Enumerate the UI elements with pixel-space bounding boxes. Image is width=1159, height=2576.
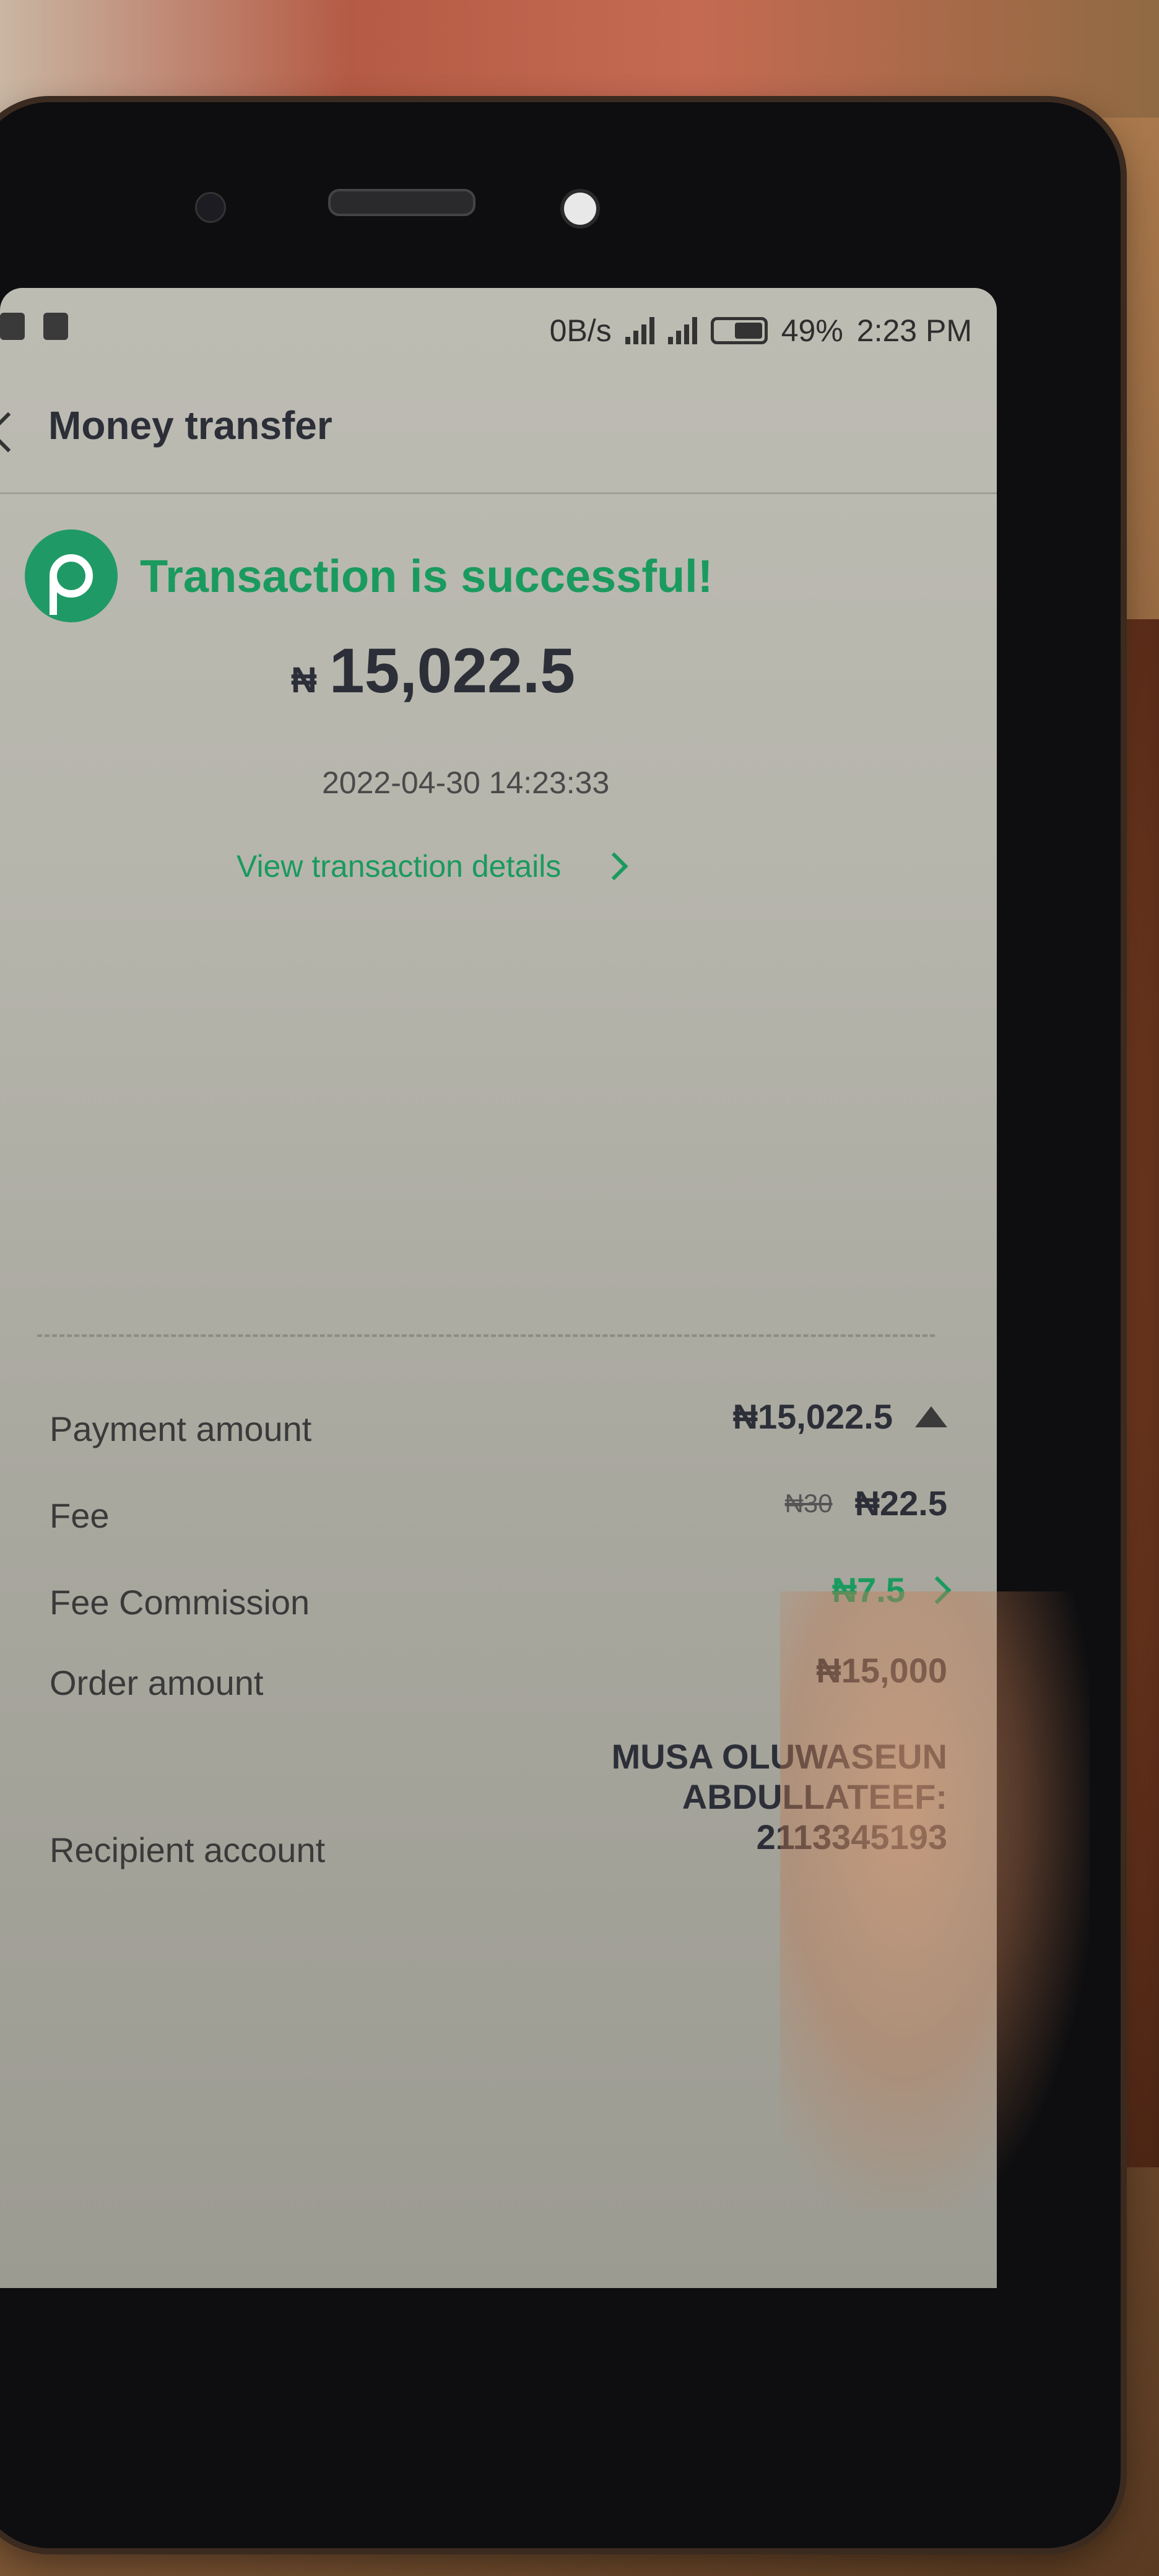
chevron-right-icon <box>600 852 629 881</box>
amount-value: 15,022.5 <box>329 635 575 706</box>
order-amount-value-wrap: ₦15,000 <box>816 1650 947 1690</box>
view-details-link[interactable]: View transaction details <box>237 848 629 884</box>
fee-original: ₦30 <box>784 1488 833 1518</box>
chevron-right-icon <box>923 1575 952 1604</box>
fee-commission-value: ₦7.5 <box>831 1570 905 1609</box>
page-title: Money transfer <box>48 403 332 448</box>
app-header: Money transfer <box>0 368 997 494</box>
proximity-sensor <box>560 189 600 228</box>
fee-value: ₦22.5 <box>854 1484 947 1523</box>
row-fee: Fee ₦30 ₦22.5 <box>0 1483 997 1557</box>
status-left <box>0 313 68 340</box>
status-bar: 0B/s 49% 2:23 PM <box>0 288 997 368</box>
dashed-divider <box>37 1334 935 1337</box>
row-recipient: Recipient account MUSA OLUWASEUN ABDULLA… <box>0 1737 997 1898</box>
fee-commission-label: Fee Commission <box>50 1583 310 1622</box>
view-details-label: View transaction details <box>237 849 562 884</box>
status-right: 0B/s 49% 2:23 PM <box>550 313 972 349</box>
back-arrow-icon[interactable] <box>0 412 28 453</box>
success-banner: Transaction is successful! <box>25 529 713 622</box>
signal-icon-2 <box>667 317 697 344</box>
phone-body: 0B/s 49% 2:23 PM Money transfer Transact… <box>0 102 1121 2548</box>
fee-commission-value-wrap: ₦7.5 <box>831 1570 952 1610</box>
signal-icon <box>625 317 654 344</box>
total-amount: ₦ 15,022.5 <box>291 635 575 707</box>
order-amount-value: ₦15,000 <box>816 1651 947 1690</box>
row-payment-amount: Payment amount ₦15,022.5 <box>0 1396 997 1471</box>
net-speed: 0B/s <box>549 313 612 348</box>
order-amount-label: Order amount <box>50 1663 264 1702</box>
recipient-name-2: ABDULLATEEF: <box>682 1777 947 1816</box>
currency-symbol: ₦ <box>291 660 317 700</box>
background-wall <box>0 0 1159 118</box>
row-fee-commission[interactable]: Fee Commission ₦7.5 <box>0 1570 997 1644</box>
row-order-amount: Order amount ₦15,000 <box>0 1650 997 1725</box>
notification-icon <box>0 313 25 340</box>
collapse-triangle-icon[interactable] <box>915 1406 947 1427</box>
recipient-account-number: 2113345193 <box>756 1817 947 1856</box>
recipient-value: MUSA OLUWASEUN ABDULLATEEF: 2113345193 <box>612 1737 947 1858</box>
transaction-datetime: 2022-04-30 14:23:33 <box>322 765 610 800</box>
transaction-status: Transaction is successful! <box>140 550 713 602</box>
recipient-label: Recipient account <box>50 1830 326 1869</box>
battery-icon <box>710 317 768 344</box>
lock-icon <box>43 313 68 340</box>
fee-value-wrap: ₦30 ₦22.5 <box>785 1483 948 1523</box>
front-camera <box>195 192 226 223</box>
recipient-name-1: MUSA OLUWASEUN <box>611 1737 947 1776</box>
clock-time: 2:23 PM <box>856 313 972 348</box>
brand-logo-icon <box>25 529 118 622</box>
payment-amount-label: Payment amount <box>50 1409 312 1448</box>
earpiece <box>328 189 475 216</box>
payment-amount-value-wrap: ₦15,022.5 <box>733 1396 947 1437</box>
payment-amount-value: ₦15,022.5 <box>732 1397 893 1436</box>
fee-label: Fee <box>50 1496 110 1535</box>
phone-screen: 0B/s 49% 2:23 PM Money transfer Transact… <box>0 288 997 2288</box>
battery-percent: 49% <box>781 313 843 348</box>
